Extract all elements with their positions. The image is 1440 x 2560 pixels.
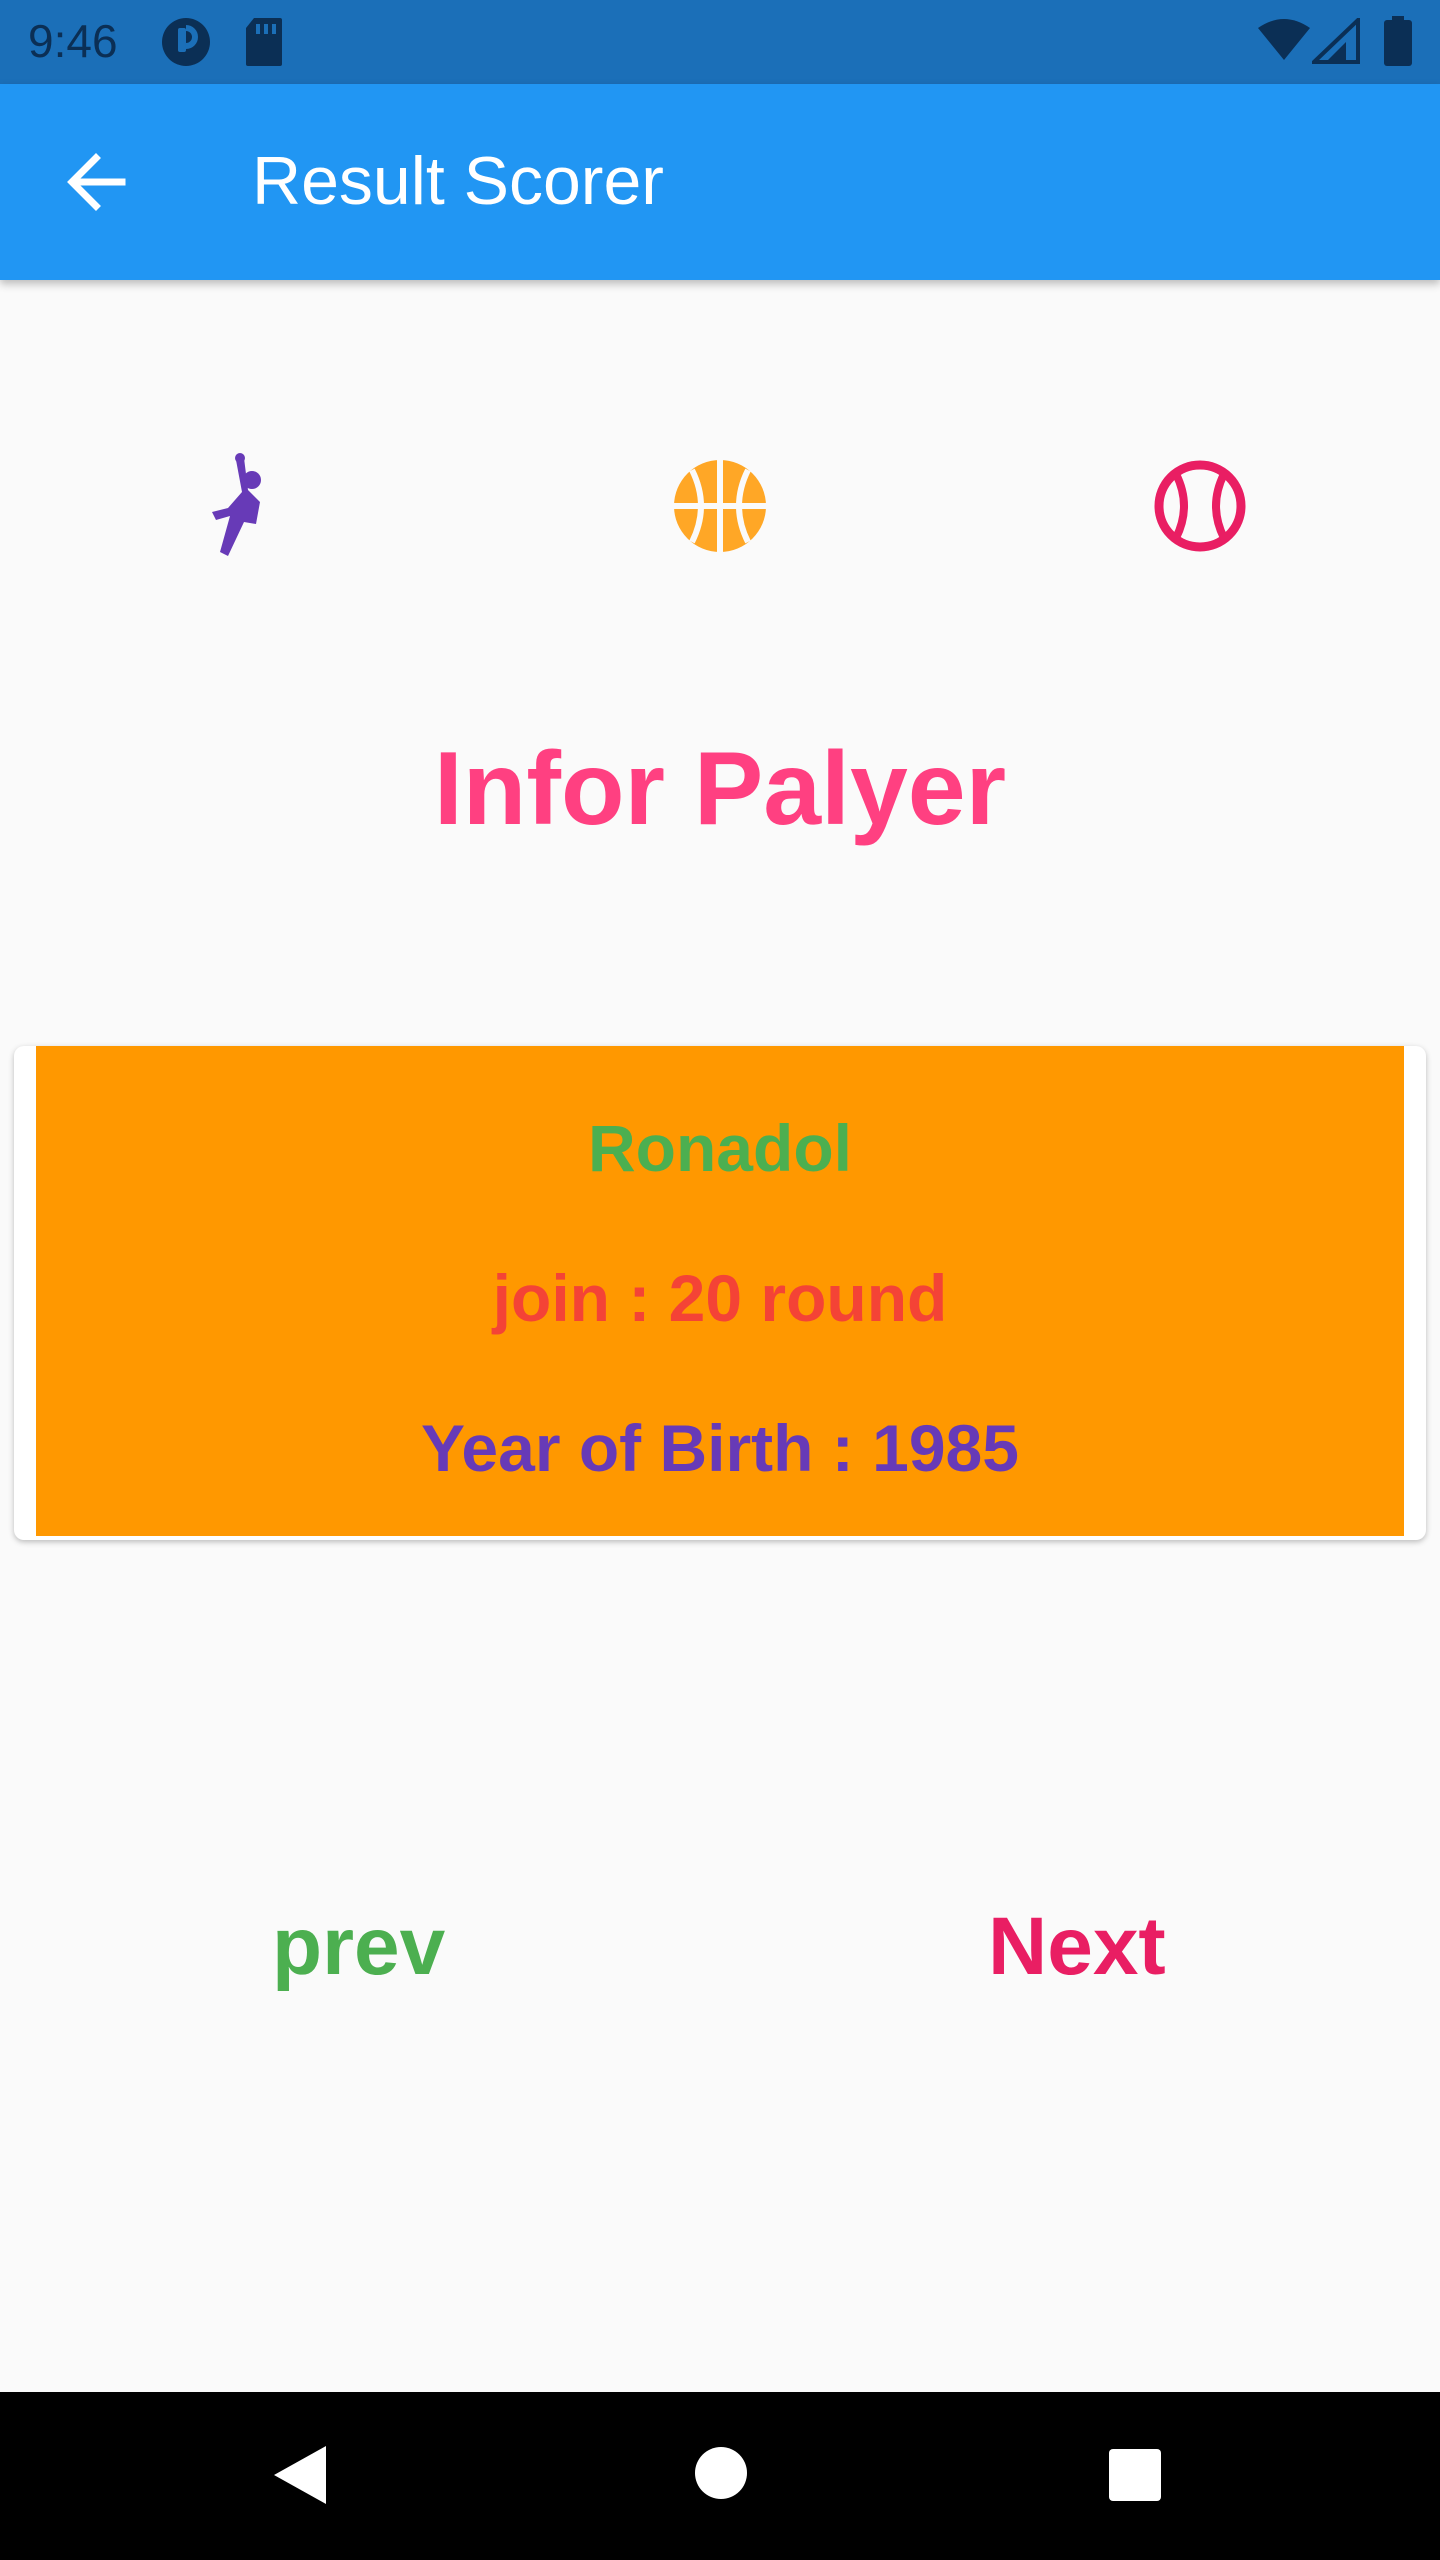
signal-icon (1309, 15, 1360, 69)
sd-card-icon (244, 16, 284, 73)
wifi-icon (1256, 18, 1312, 67)
prev-button[interactable]: prev (272, 1900, 445, 1994)
battery-icon (1384, 16, 1412, 71)
app-notification-icon (160, 16, 212, 73)
system-nav-bar (0, 2392, 1440, 2560)
page-title: Infor Palyer (433, 731, 1007, 847)
next-button[interactable]: Next (988, 1900, 1166, 1994)
recents-square-icon[interactable] (1108, 2448, 1162, 2507)
volleyball-player-icon[interactable] (186, 452, 294, 560)
status-time: 9:46 (28, 15, 118, 67)
back-button[interactable] (52, 138, 140, 226)
status-bar: 9:46 (0, 0, 1440, 84)
app-bar: Result Scorer (0, 84, 1440, 280)
baseball-icon[interactable] (1146, 452, 1254, 560)
player-birth: Year of Birth : 1985 (421, 1411, 1019, 1485)
back-triangle-icon[interactable] (272, 2444, 328, 2511)
player-join: join : 20 round (492, 1261, 948, 1335)
arrow-back-icon (67, 153, 126, 211)
player-name: Ronadol (588, 1111, 852, 1185)
home-circle-icon[interactable] (694, 2446, 748, 2505)
player-card: Ronadol join : 20 round Year of Birth : … (36, 1046, 1404, 1536)
basketball-icon[interactable] (666, 452, 774, 560)
app-title: Result Scorer (252, 143, 664, 219)
